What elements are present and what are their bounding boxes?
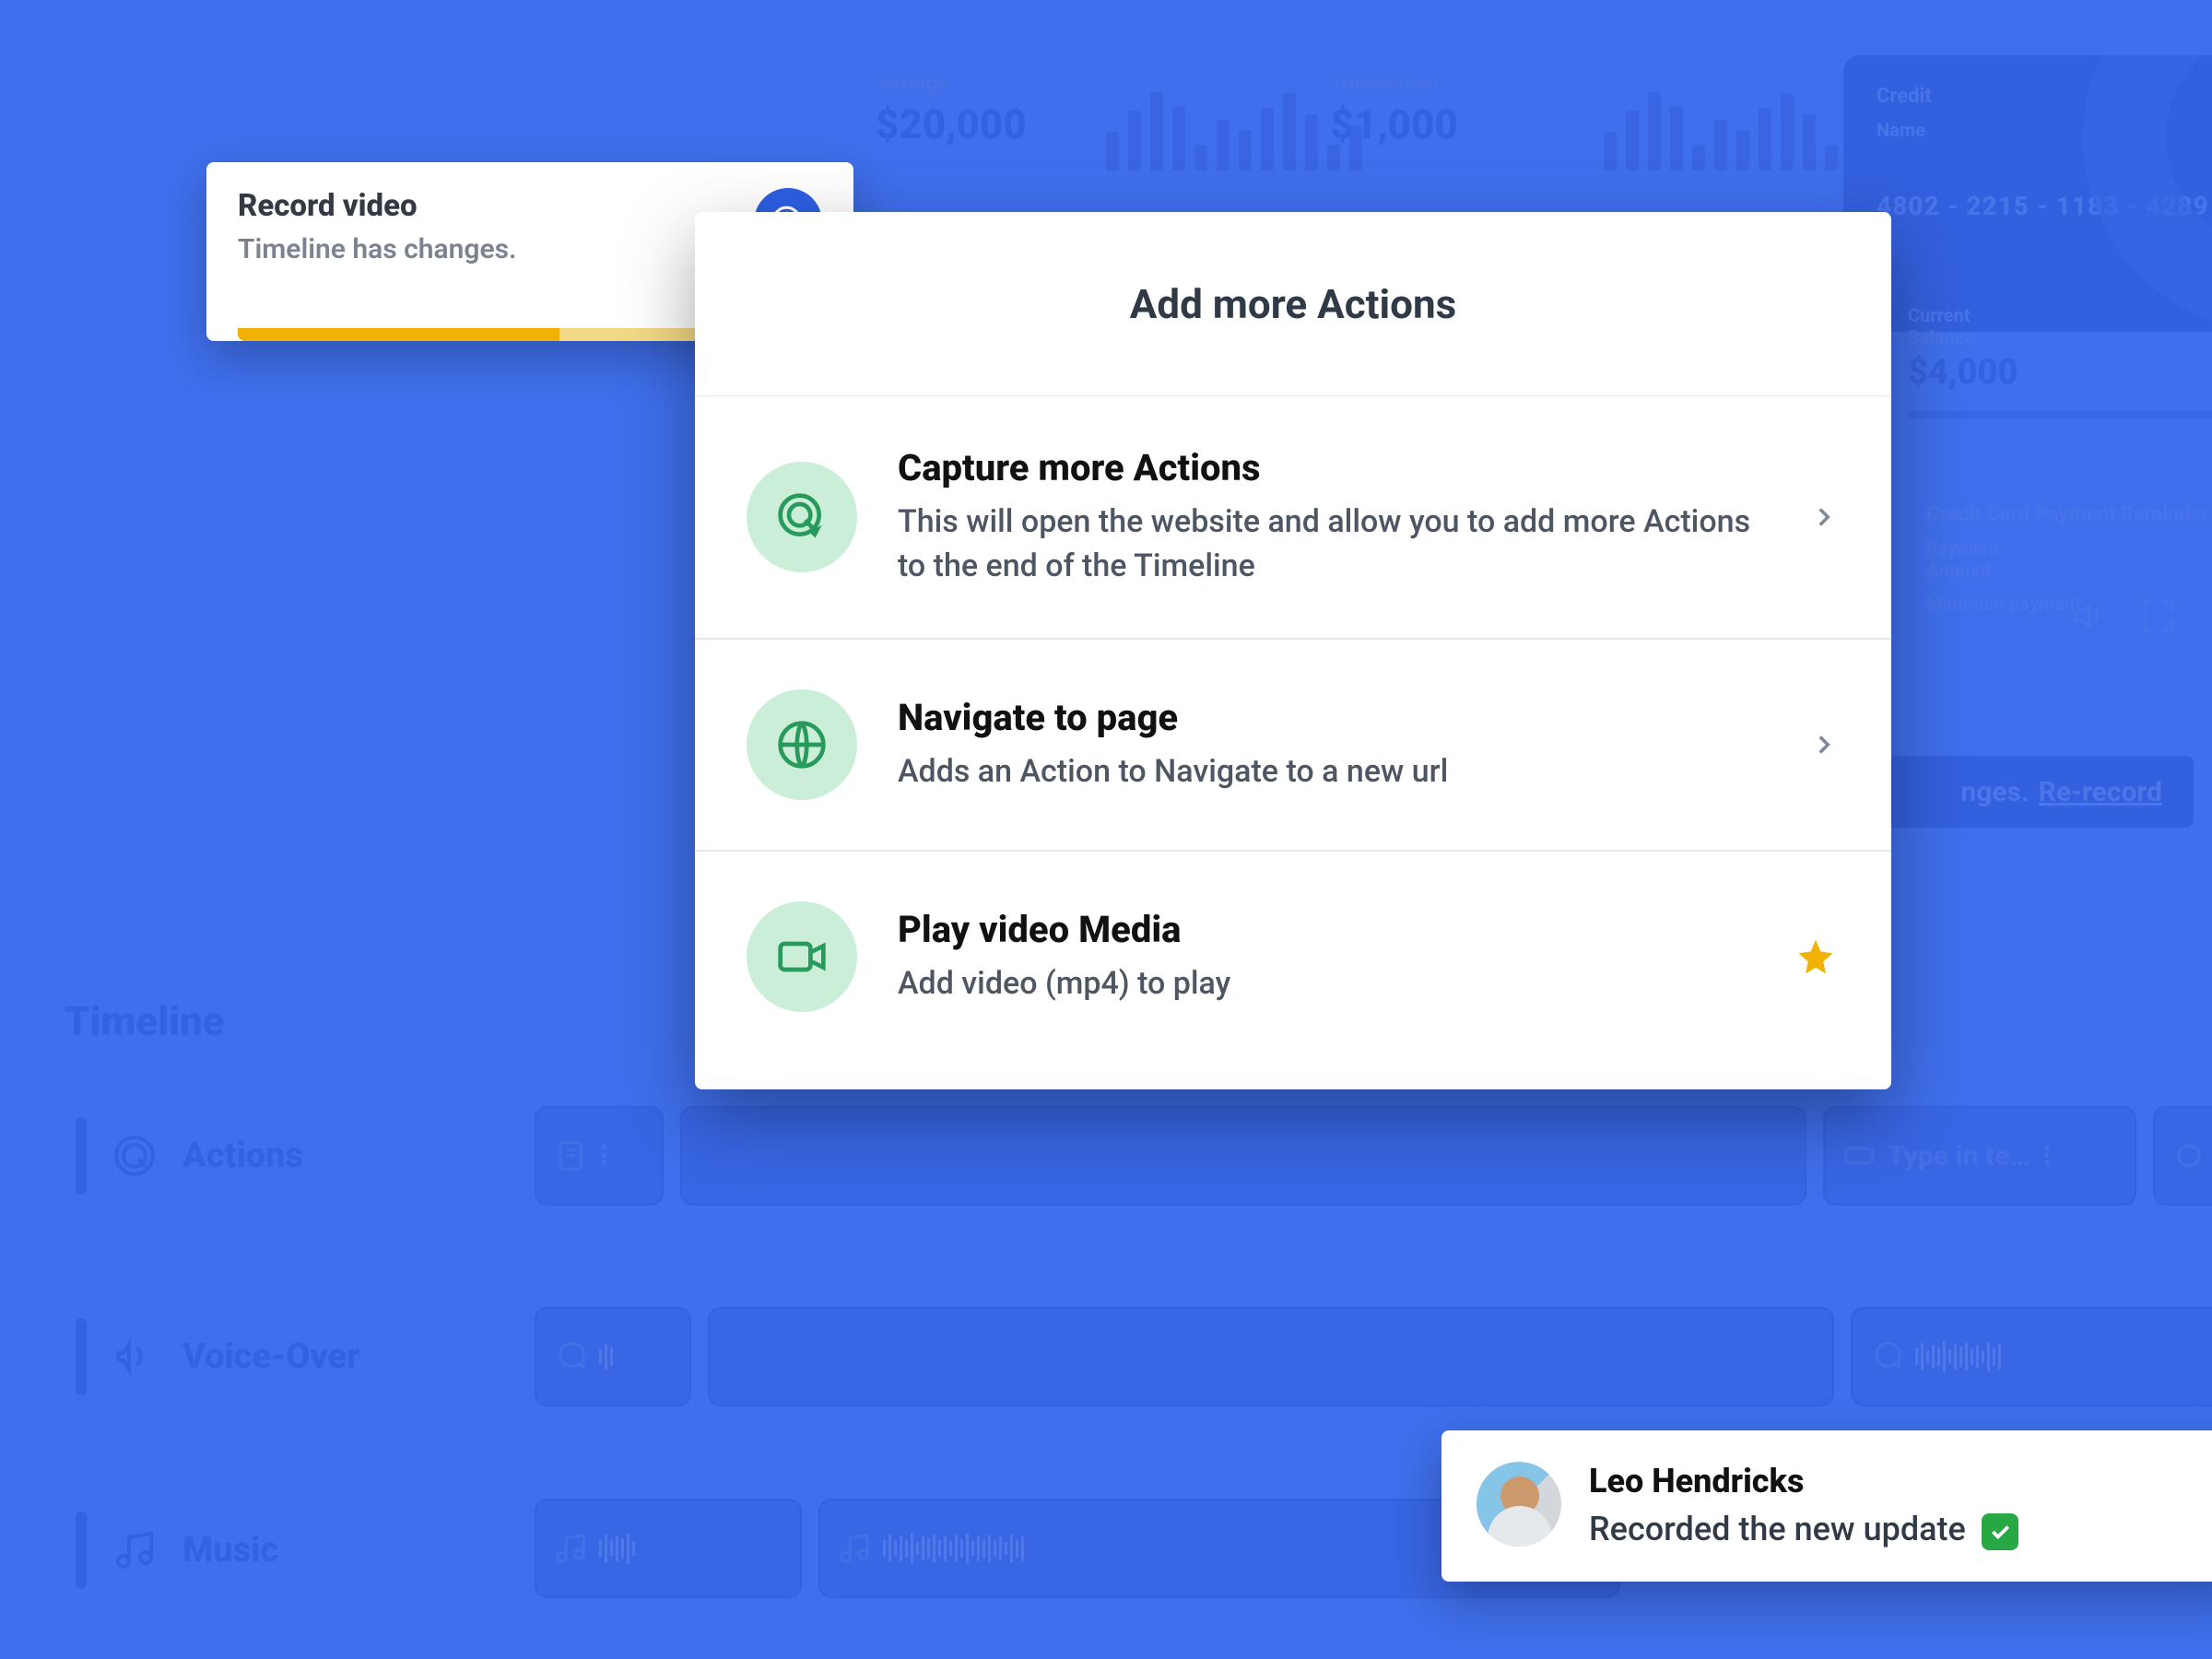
page-icon bbox=[553, 1138, 588, 1173]
avatar bbox=[1477, 1462, 1561, 1547]
action-item-navigate[interactable]: Navigate to page Adds an Action to Navig… bbox=[695, 640, 1891, 852]
speech-bubble-icon bbox=[1869, 1339, 1904, 1374]
action-clip[interactable] bbox=[2153, 1106, 2212, 1206]
action-item-title: Capture more Actions bbox=[898, 446, 1768, 489]
stat-savings: Savings $20,000 bbox=[876, 72, 1027, 148]
voiceover-clip-spacer[interactable] bbox=[708, 1307, 1834, 1406]
rerecord-text: nges. bbox=[1960, 776, 2029, 808]
payment-reminder-heading: Credit Card Payment Reminder bbox=[1926, 503, 2212, 526]
fullscreen-icon[interactable] bbox=[2140, 597, 2177, 634]
timeline-heading: Timeline bbox=[65, 997, 225, 1045]
chevron-right-icon bbox=[1808, 729, 1840, 760]
cursor-click-icon bbox=[112, 1134, 157, 1178]
music-note-icon bbox=[553, 1531, 588, 1566]
stat-savings-value: $20,000 bbox=[876, 100, 1027, 148]
globe-icon bbox=[747, 689, 857, 800]
check-icon bbox=[1982, 1513, 2018, 1550]
record-video-title: Record video bbox=[238, 188, 517, 224]
action-clip[interactable]: ⁝ bbox=[535, 1106, 664, 1206]
sparkline-savings bbox=[1106, 83, 1362, 171]
chevron-right-icon bbox=[1808, 501, 1840, 533]
music-clip[interactable] bbox=[535, 1499, 802, 1598]
track-actions[interactable]: Actions bbox=[76, 1117, 303, 1194]
action-clip-type-in[interactable]: Type in te… ⁝ bbox=[1823, 1106, 2136, 1206]
track-music[interactable]: Music bbox=[76, 1512, 278, 1589]
action-item-title: Play video Media bbox=[898, 908, 1840, 951]
voiceover-clip-long[interactable] bbox=[1851, 1307, 2212, 1406]
volume-icon[interactable] bbox=[2072, 597, 2109, 634]
action-clip-spacer[interactable] bbox=[680, 1106, 1806, 1206]
track-voiceover-label: Voice-Over bbox=[182, 1336, 359, 1377]
dialog-header: Add more Actions bbox=[695, 212, 1891, 396]
action-item-title: Navigate to page bbox=[898, 696, 1768, 739]
cursor-icon bbox=[2171, 1138, 2206, 1173]
record-video-subtitle: Timeline has changes. bbox=[238, 233, 517, 265]
action-item-subtitle: Add video (mp4) to play bbox=[898, 962, 1840, 1006]
current-balance-label: Current Balance bbox=[1908, 304, 2018, 348]
track-music-label: Music bbox=[182, 1530, 278, 1571]
action-item-subtitle: Adds an Action to Navigate to a new url bbox=[898, 750, 1768, 794]
action-clip-type-in-label: Type in te… bbox=[1888, 1140, 2030, 1172]
music-note-icon bbox=[837, 1531, 872, 1566]
action-item-play-video[interactable]: Play video Media Add video (mp4) to play bbox=[695, 852, 1891, 1089]
media-controls bbox=[2072, 597, 2177, 634]
megaphone-icon bbox=[112, 1335, 157, 1379]
comment-card: Leo Hendricks Recorded the new update bbox=[1441, 1430, 2212, 1582]
balance-progress bbox=[1908, 411, 2212, 418]
voiceover-clips-row bbox=[535, 1307, 2212, 1406]
action-item-capture[interactable]: Capture more Actions This will open the … bbox=[695, 396, 1891, 640]
minimum-payment-label: Minimum payment bbox=[1926, 593, 2081, 615]
comment-author: Leo Hendricks bbox=[1589, 1462, 2018, 1500]
stat-savings-label: Savings bbox=[876, 72, 1027, 95]
sparkline-transaction bbox=[1604, 83, 1860, 171]
dialog-list: Capture more Actions This will open the … bbox=[695, 396, 1891, 1089]
comment-body: Recorded the new update bbox=[1589, 1510, 2018, 1550]
cursor-click-icon bbox=[747, 462, 857, 572]
track-voiceover[interactable]: Voice-Over bbox=[76, 1318, 359, 1395]
dialog-title: Add more Actions bbox=[1130, 280, 1457, 328]
track-actions-label: Actions bbox=[182, 1135, 303, 1176]
rerecord-link[interactable]: Re-record bbox=[2039, 776, 2162, 808]
current-balance-value: $4,000 bbox=[1908, 352, 2018, 393]
payment-amount-label: Payment Amount bbox=[1926, 537, 2000, 582]
video-icon bbox=[747, 901, 857, 1012]
music-icon bbox=[112, 1528, 157, 1572]
action-item-subtitle: This will open the website and allow you… bbox=[898, 500, 1768, 588]
actions-clips-row: ⁝ Type in te… ⁝ bbox=[535, 1106, 2212, 1206]
credit-card: Credit VISA Name 4802 - 2215 - 1183 - 42… bbox=[1843, 55, 2212, 332]
speech-bubble-icon bbox=[553, 1339, 588, 1374]
text-input-icon bbox=[1841, 1138, 1877, 1173]
voiceover-clip[interactable] bbox=[535, 1307, 691, 1406]
balances-block: Current Balance $4,000 Available $5,0 bbox=[1908, 304, 2194, 418]
add-actions-dialog: Add more Actions Capture more Actions Th… bbox=[695, 212, 1891, 1089]
star-icon[interactable] bbox=[1795, 936, 1836, 977]
